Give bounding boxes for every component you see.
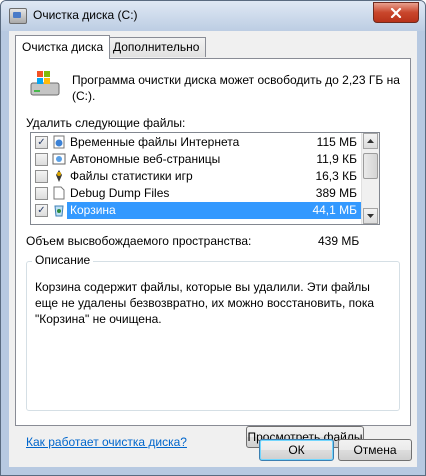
space-label: Объем высвобождаемого пространства:: [26, 234, 252, 248]
list-item-name: Файлы статистики игр: [70, 169, 193, 183]
list-item-size: 44,1 МБ: [292, 202, 361, 219]
tab-more-options[interactable]: Дополнительно: [106, 37, 207, 57]
cancel-button[interactable]: Отмена: [338, 439, 412, 461]
scroll-down-button[interactable]: [363, 208, 378, 224]
arrow-down-icon: [367, 214, 374, 218]
help-link[interactable]: Как работает очистка диска?: [26, 435, 187, 449]
ok-button[interactable]: ОК: [259, 439, 334, 461]
description-text: Корзина содержит файлы, которые вы удали…: [35, 280, 375, 326]
description-group: Описание Корзина содержит файлы, которые…: [26, 253, 400, 448]
checkbox[interactable]: [35, 170, 48, 183]
file-icon: [53, 186, 65, 200]
checkbox[interactable]: [35, 187, 48, 200]
tab-panel: Программа очистки диска может освободить…: [15, 58, 411, 449]
dialog-client: Очистка диска Дополнительно Программа оч…: [9, 31, 417, 467]
list-item-size: 11,9 КБ: [316, 152, 357, 166]
game-stats-icon: [56, 170, 62, 182]
list-item[interactable]: Debug Dump Files 389 МБ: [31, 185, 361, 202]
close-button[interactable]: [373, 2, 419, 23]
tab-disk-cleanup[interactable]: Очистка диска: [15, 35, 111, 59]
scroll-up-button[interactable]: [363, 133, 378, 149]
checkbox[interactable]: ✓: [35, 204, 48, 217]
disk-cleanup-window: Очистка диска (C:) Очистка диска Дополни…: [0, 0, 426, 476]
window-title: Очистка диска (C:): [33, 8, 138, 22]
internet-files-icon: [53, 135, 65, 149]
list-item-selected[interactable]: ✓ Корзина 44,1 МБ: [31, 202, 361, 219]
space-value: 439 МБ: [318, 234, 360, 248]
list-item-size: 16,3 КБ: [315, 169, 357, 183]
drive-icon: [30, 71, 60, 96]
vertical-scrollbar[interactable]: [361, 133, 379, 224]
offline-pages-icon: [52, 153, 66, 165]
checkbox[interactable]: ✓: [35, 136, 48, 149]
list-item[interactable]: Файлы статистики игр 16,3 КБ: [31, 168, 361, 185]
description-title: Описание: [32, 253, 94, 267]
list-item-name: Debug Dump Files: [70, 186, 170, 200]
files-to-delete-label: Удалить следующие файлы:: [26, 116, 186, 130]
disk-cleanup-app-icon: [9, 8, 27, 24]
list-item[interactable]: Автономные веб-страницы 11,9 КБ: [31, 151, 361, 168]
close-icon: [390, 7, 402, 18]
list-item-size: 389 МБ: [315, 186, 357, 200]
title-bar[interactable]: Очистка диска (C:): [1, 1, 425, 31]
recycle-bin-icon: [54, 205, 64, 217]
intro-text: Программа очистки диска может освободить…: [72, 73, 400, 103]
checkbox[interactable]: [35, 153, 48, 166]
scroll-thumb[interactable]: [363, 153, 378, 179]
list-item-size: 115 МБ: [316, 135, 357, 149]
list-item-name: Временные файлы Интернета: [70, 135, 240, 149]
arrow-up-icon: [367, 139, 374, 143]
list-item-name: Автономные веб-страницы: [70, 152, 221, 166]
list-item[interactable]: ✓ Временные файлы Интернета 115 МБ: [31, 134, 361, 151]
files-list[interactable]: ✓ Временные файлы Интернета 115 МБ Автон…: [30, 132, 380, 225]
